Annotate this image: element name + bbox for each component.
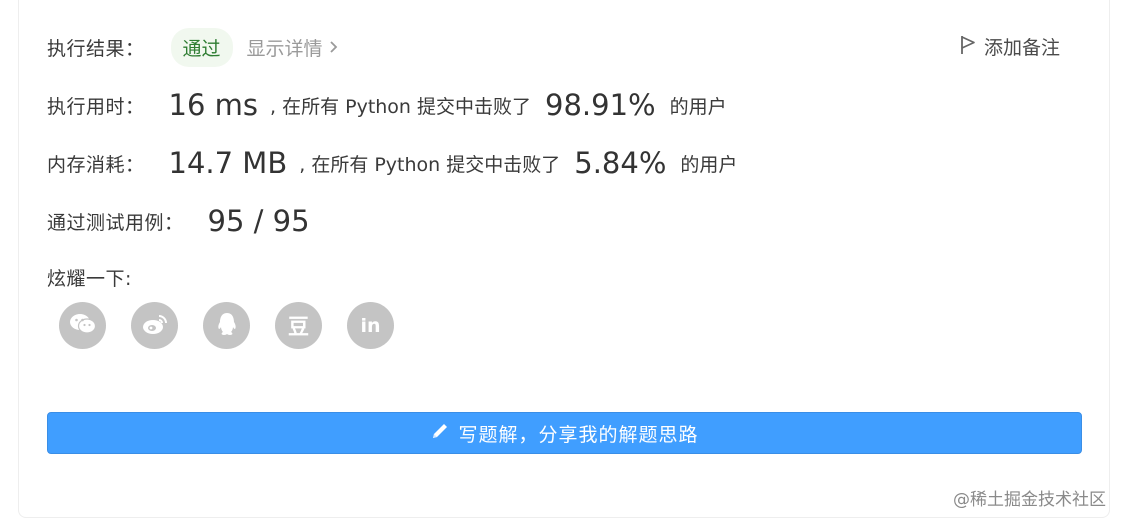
testcases-row: 通过测试用例： 95 / 95	[47, 204, 310, 238]
runtime-suffix: 的用户	[669, 95, 727, 118]
share-row: 炫耀一下:	[47, 264, 132, 291]
add-note-label: 添加备注	[983, 37, 1060, 59]
runtime-value: 16 ms	[168, 88, 258, 122]
share-label: 炫耀一下:	[47, 268, 132, 290]
qq-icon	[215, 311, 239, 341]
result-label: 执行结果：	[47, 38, 145, 60]
memory-middle-text: , 在所有 Python 提交中击败了	[299, 153, 561, 176]
runtime-middle-text: , 在所有 Python 提交中击败了	[270, 95, 532, 118]
testcases-label: 通过测试用例：	[47, 211, 184, 234]
runtime-percent: 98.91%	[545, 88, 656, 122]
pencil-icon	[430, 421, 450, 445]
show-details-label: 显示详情	[246, 38, 323, 60]
runtime-label: 执行用时：	[47, 95, 145, 118]
memory-row: 内存消耗： 14.7 MB , 在所有 Python 提交中击败了 5.84% …	[47, 146, 737, 180]
weibo-icon	[141, 312, 169, 340]
linkedin-share-button[interactable]: in	[347, 302, 394, 349]
testcases-value: 95 / 95	[207, 204, 310, 238]
runtime-row: 执行用时： 16 ms , 在所有 Python 提交中击败了 98.91% 的…	[47, 88, 727, 122]
qq-share-button[interactable]	[203, 302, 250, 349]
chevron-right-icon	[329, 37, 338, 59]
share-icons: 豆 in	[59, 302, 419, 349]
weibo-share-button[interactable]	[131, 302, 178, 349]
flag-icon	[960, 35, 976, 59]
result-row: 执行结果： 通过 显示详情	[47, 28, 338, 67]
write-solution-label: 写题解，分享我的解题思路	[458, 423, 699, 446]
memory-percent: 5.84%	[574, 146, 667, 180]
douban-icon: 豆	[288, 314, 309, 339]
memory-value: 14.7 MB	[168, 146, 288, 180]
wechat-share-button[interactable]	[59, 302, 106, 349]
wechat-icon	[69, 312, 97, 340]
watermark: @稀土掘金技术社区	[953, 490, 1106, 510]
show-details-link[interactable]: 显示详情	[247, 34, 338, 61]
memory-label: 内存消耗：	[47, 153, 145, 176]
write-solution-button[interactable]: 写题解，分享我的解题思路	[47, 412, 1082, 454]
add-note-button[interactable]: 添加备注	[960, 33, 1060, 60]
linkedin-icon: in	[360, 314, 381, 337]
douban-share-button[interactable]: 豆	[275, 302, 322, 349]
memory-suffix: 的用户	[680, 153, 738, 176]
status-badge: 通过	[170, 28, 233, 67]
